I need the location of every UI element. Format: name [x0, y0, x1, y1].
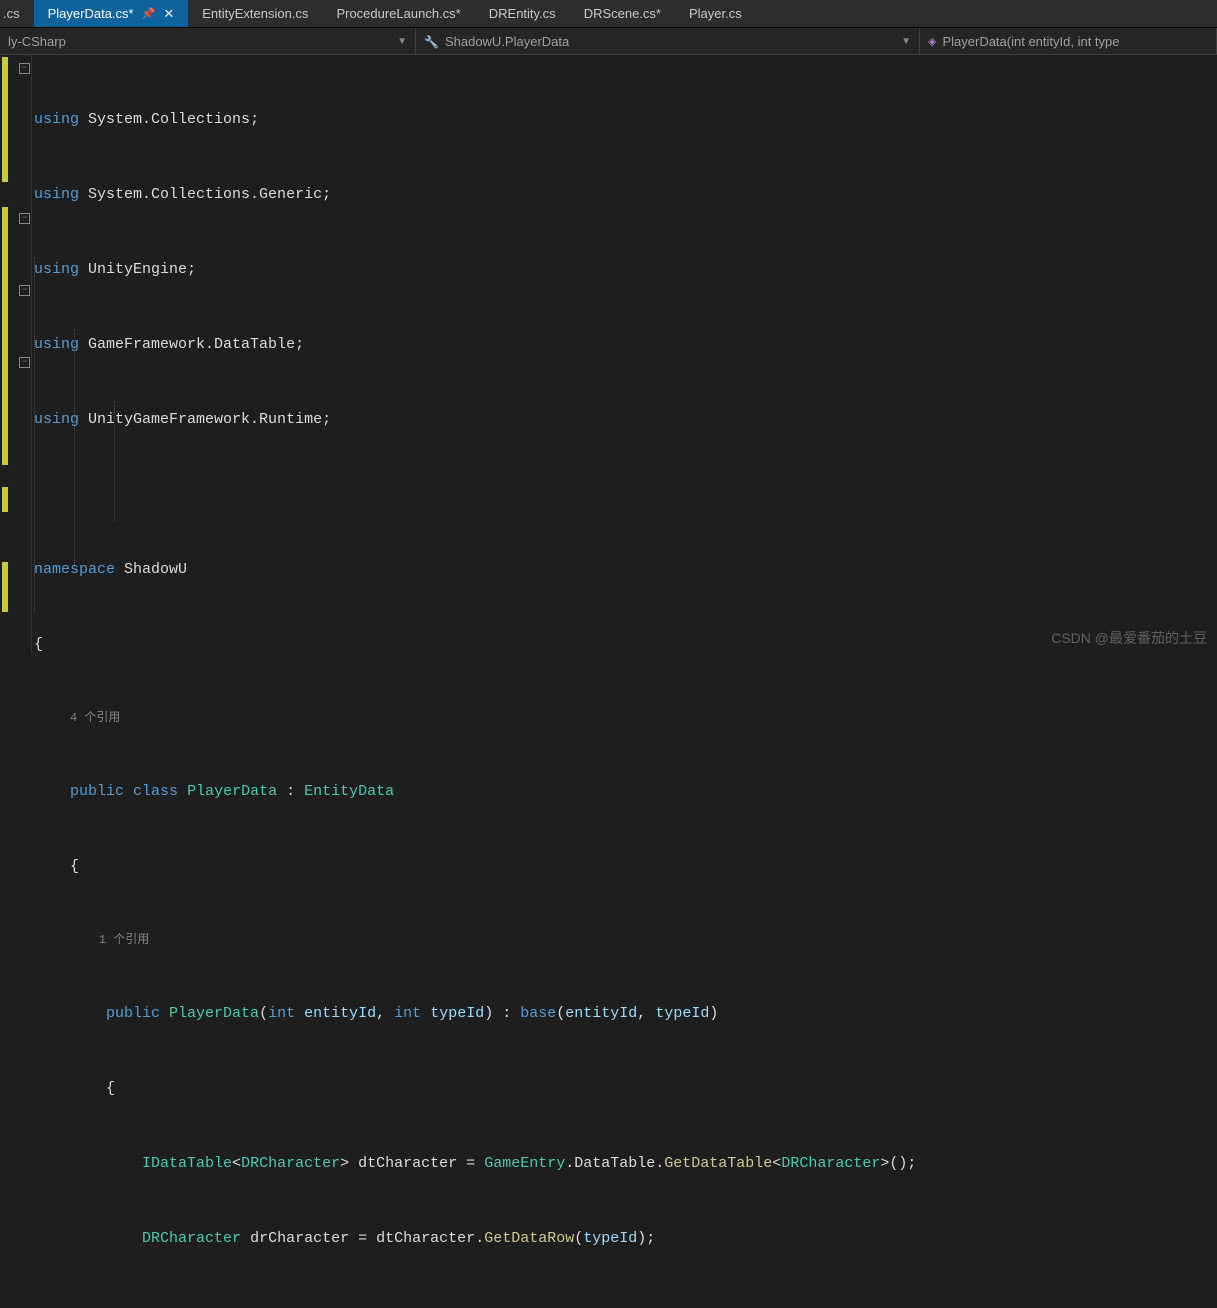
- cube-icon: ◈: [928, 35, 936, 48]
- nav-member[interactable]: ◈ PlayerData(int entityId, int type: [920, 28, 1217, 54]
- nav-class[interactable]: 🔧 ShadowU.PlayerData ▼: [416, 28, 920, 54]
- tab-item[interactable]: DRScene.cs*: [570, 0, 675, 27]
- nav-class-label: ShadowU.PlayerData: [445, 34, 569, 49]
- code-area[interactable]: using System.Collections; using System.C…: [32, 55, 1217, 654]
- code-editor[interactable]: − − − − using System.Collections; using …: [0, 55, 1217, 654]
- tab-partial[interactable]: .cs: [0, 0, 34, 27]
- chevron-down-icon: ▼: [901, 36, 911, 47]
- nav-bar: ly-CSharp ▼ 🔧 ShadowU.PlayerData ▼ ◈ Playe…: [0, 28, 1217, 55]
- wrench-icon: 🔧: [424, 35, 439, 49]
- nav-project[interactable]: ly-CSharp ▼: [0, 28, 416, 54]
- fold-icon[interactable]: −: [19, 285, 30, 296]
- change-marker: [2, 487, 8, 512]
- codelens-refs[interactable]: 1 个引用: [99, 933, 149, 947]
- tab-item[interactable]: DREntity.cs: [475, 0, 570, 27]
- nav-project-label: ly-CSharp: [8, 34, 66, 49]
- pin-icon[interactable]: 📌: [142, 7, 156, 20]
- tab-item[interactable]: EntityExtension.cs: [188, 0, 322, 27]
- codelens-refs[interactable]: 4 个引用: [70, 711, 120, 725]
- fold-icon[interactable]: −: [19, 213, 30, 224]
- fold-icon[interactable]: −: [19, 357, 30, 368]
- nav-member-label: PlayerData(int entityId, int type: [942, 34, 1119, 49]
- change-marker: [2, 562, 8, 612]
- change-marker: [2, 57, 8, 182]
- close-icon[interactable]: ✕: [163, 6, 174, 22]
- editor-tabs: .cs PlayerData.cs* 📌 ✕ EntityExtension.c…: [0, 0, 1217, 28]
- gutter: − − − −: [0, 55, 32, 654]
- tab-active[interactable]: PlayerData.cs* 📌 ✕: [34, 0, 189, 27]
- watermark: CSDN @最爱番茄的土豆: [1051, 628, 1207, 648]
- tab-item[interactable]: ProcedureLaunch.cs*: [322, 0, 474, 27]
- fold-icon[interactable]: −: [19, 63, 30, 74]
- change-marker: [2, 207, 8, 465]
- tab-item[interactable]: Player.cs: [675, 0, 756, 27]
- tab-label: PlayerData.cs*: [48, 6, 134, 21]
- chevron-down-icon: ▼: [397, 36, 407, 47]
